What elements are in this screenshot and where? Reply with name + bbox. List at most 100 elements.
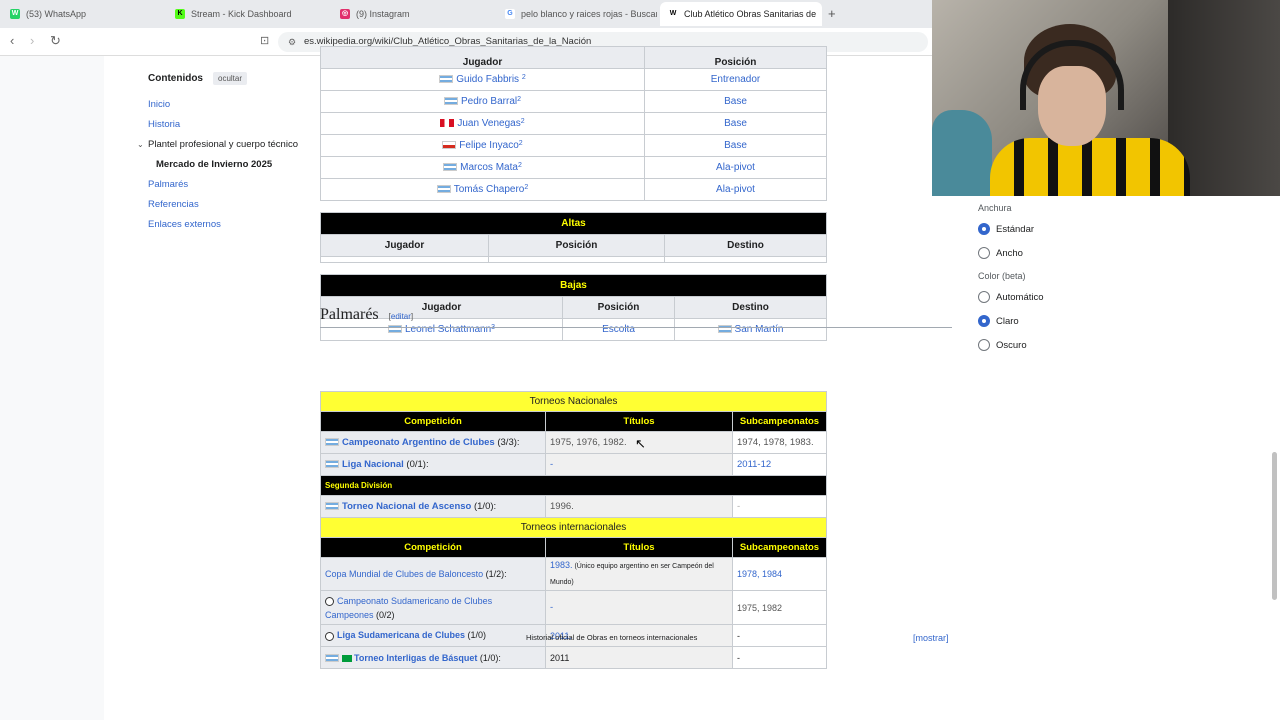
- competition-link[interactable]: Campeonato Argentino de Clubes: [342, 437, 495, 448]
- runnerup-cell: 1975, 1982: [732, 590, 827, 625]
- back-icon[interactable]: ‹: [10, 33, 14, 48]
- chevron-down-icon[interactable]: ⌄: [137, 139, 144, 150]
- position-link[interactable]: Ala-pivot: [644, 156, 827, 179]
- argentina-flag-icon: [325, 438, 339, 447]
- toc-item-palmares[interactable]: Palmarés: [148, 179, 298, 190]
- competition-link[interactable]: Torneo Nacional de Ascenso: [342, 501, 471, 512]
- reference-link[interactable]: 2: [518, 162, 522, 169]
- competition-count: (1/0):: [477, 652, 501, 663]
- runnerup-link[interactable]: 1978, 1984: [732, 557, 827, 591]
- toc-item-referencias[interactable]: Referencias: [148, 199, 298, 210]
- tab-kick[interactable]: K Stream - Kick Dashboard: [167, 2, 332, 26]
- option-label: Oscuro: [996, 339, 1027, 351]
- position-link[interactable]: Base: [644, 112, 827, 135]
- tab-whatsapp[interactable]: W (53) WhatsApp: [2, 2, 167, 26]
- tab-google-search[interactable]: G pelo blanco y raices rojas - Buscar co: [497, 2, 657, 26]
- mouse-cursor-icon: ↖: [635, 436, 646, 451]
- tab-label: Club Atlético Obras Sanitarias de: [684, 9, 817, 19]
- competition-link[interactable]: Torneo Interligas de Básquet: [354, 653, 477, 663]
- titles-cell: -: [545, 453, 733, 476]
- player-link[interactable]: Juan Venegas: [457, 118, 520, 129]
- runnerup-link[interactable]: 2011-12: [732, 453, 827, 476]
- reload-icon[interactable]: ↻: [50, 33, 61, 49]
- position-link[interactable]: Base: [644, 90, 827, 113]
- player-link[interactable]: Marcos Mata: [460, 162, 518, 173]
- competition-link[interactable]: Copa Mundial de Clubes de Baloncesto: [325, 569, 483, 579]
- competition-count: (1/0):: [471, 501, 497, 512]
- page-scrollbar[interactable]: [1272, 452, 1277, 600]
- tab-instagram[interactable]: ◎ (9) Instagram: [332, 2, 497, 26]
- show-toggle-link[interactable]: [mostrar]: [913, 633, 949, 643]
- column-header: Subcampeonatos: [732, 411, 827, 432]
- player-link[interactable]: Tomás Chapero: [454, 184, 525, 195]
- new-tab-icon[interactable]: +: [828, 6, 836, 21]
- radio-unchecked-icon[interactable]: [978, 339, 990, 351]
- toc-item-mercado[interactable]: Mercado de Invierno 2025: [148, 159, 298, 170]
- option-label: Ancho: [996, 247, 1023, 259]
- peru-flag-icon: [440, 119, 455, 128]
- option-label: Estándar: [996, 223, 1035, 235]
- toc-item-inicio[interactable]: Inicio: [148, 99, 298, 110]
- reference-link[interactable]: 2: [517, 96, 521, 103]
- webcam-background-object: [932, 110, 992, 196]
- radio-checked-icon[interactable]: [978, 315, 990, 327]
- argentina-flag-icon: [325, 460, 339, 469]
- reference-link[interactable]: 2: [519, 140, 523, 147]
- position-link[interactable]: Ala-pivot: [644, 178, 827, 201]
- palmares-table: Torneos Nacionales Competición Títulos S…: [320, 391, 827, 669]
- competition-count: (0/1):: [403, 459, 429, 470]
- argentina-flag-icon: [325, 654, 339, 663]
- width-option-standard[interactable]: Estándar: [978, 223, 1128, 235]
- toc-header: Contenidos ocultar: [148, 72, 298, 85]
- basketball-icon: [325, 596, 334, 606]
- forward-icon[interactable]: ›: [30, 33, 34, 48]
- edit-section-link[interactable]: [editar]: [389, 312, 413, 321]
- tab-wikipedia[interactable]: W Club Atlético Obras Sanitarias de ✕: [660, 2, 822, 26]
- width-label: Anchura: [978, 203, 1012, 213]
- reference-link[interactable]: 2: [521, 118, 525, 125]
- toc-item-plantel[interactable]: ⌄ Plantel profesional y cuerpo técnico: [137, 139, 298, 150]
- basketball-icon: [325, 631, 334, 641]
- toc-item-enlaces[interactable]: Enlaces externos: [148, 219, 298, 230]
- tab-label: (53) WhatsApp: [26, 9, 87, 19]
- competition-link[interactable]: Liga Sudamericana de Clubes: [337, 630, 465, 640]
- column-header: Jugador: [320, 46, 645, 69]
- reference-link[interactable]: 2: [522, 74, 526, 81]
- site-info-icon[interactable]: ⚙: [288, 32, 296, 52]
- table-row: Torneo Nacional de Ascenso (1/0): 1996. …: [320, 495, 827, 518]
- staff-table: Jugador Posición Guido Fabbris 2 Entrena…: [320, 46, 827, 201]
- reference-link[interactable]: 2: [524, 184, 528, 191]
- bookmark-icon[interactable]: ⊡: [260, 34, 269, 47]
- webcam-overlay: [932, 0, 1280, 196]
- radio-unchecked-icon[interactable]: [978, 247, 990, 259]
- competition-link[interactable]: Liga Nacional: [342, 459, 404, 470]
- column-header: Títulos: [545, 537, 733, 558]
- table-section-title: Torneos internacionales: [320, 517, 827, 538]
- titles-link[interactable]: 1983.: [550, 560, 573, 570]
- toc-item-historia[interactable]: Historia: [148, 119, 298, 130]
- table-title: Altas: [320, 212, 827, 235]
- color-option-light[interactable]: Claro: [978, 315, 1128, 327]
- position-link[interactable]: Entrenador: [644, 68, 827, 91]
- player-link[interactable]: Guido Fabbris: [456, 74, 519, 85]
- altas-table: Altas Jugador Posición Destino: [320, 212, 827, 263]
- column-header: Jugador: [320, 234, 489, 257]
- competition-link[interactable]: Campeonato Sudamericano de Clubes Campeo…: [325, 596, 492, 620]
- player-link[interactable]: Pedro Barral: [461, 96, 517, 107]
- width-option-wide[interactable]: Ancho: [978, 247, 1128, 259]
- table-row: Campeonato Sudamericano de Clubes Campeo…: [320, 590, 827, 625]
- column-header: Competición: [320, 537, 546, 558]
- radio-checked-icon[interactable]: [978, 223, 990, 235]
- position-link[interactable]: Base: [644, 134, 827, 157]
- competition-count: (3/3):: [494, 437, 520, 448]
- color-option-auto[interactable]: Automático: [978, 291, 1128, 303]
- player-link[interactable]: Felipe Inyaco: [459, 140, 518, 151]
- titles-cell: -: [545, 590, 733, 625]
- table-title: Bajas: [320, 274, 827, 297]
- webcam-person-shirt: [990, 138, 1190, 196]
- toc-hide-button[interactable]: ocultar: [213, 72, 248, 85]
- table-subsection-title: Segunda División: [320, 475, 827, 496]
- radio-unchecked-icon[interactable]: [978, 291, 990, 303]
- color-option-dark[interactable]: Oscuro: [978, 339, 1128, 351]
- table-row: Torneo Interligas de Básquet (1/0): 2011…: [320, 646, 827, 669]
